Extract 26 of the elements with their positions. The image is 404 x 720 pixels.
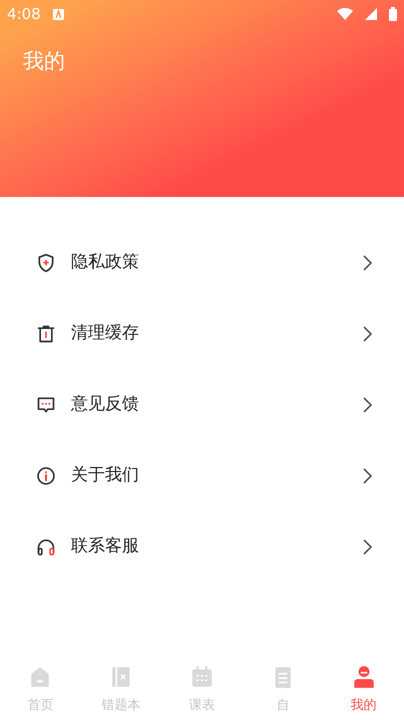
headphones-icon (36, 536, 56, 556)
chevron-right-icon (362, 396, 372, 412)
chevron-right-icon (362, 254, 372, 270)
page-title: 我的 (23, 48, 65, 75)
menu-item[interactable]: 关于我们 (0, 440, 404, 511)
chat-icon (36, 394, 56, 414)
shield-icon (36, 252, 56, 272)
trash-icon (36, 324, 56, 344)
menu-item[interactable]: 清理缓存 (0, 298, 404, 369)
info-icon (36, 466, 56, 486)
chevron-right-icon (362, 538, 372, 554)
wifi-icon (337, 8, 353, 20)
chevron-right-icon (362, 326, 372, 342)
notification-icon (52, 8, 64, 20)
menu-item[interactable]: 意见反馈 (0, 369, 404, 440)
menu-label: 隐私政策 (71, 250, 140, 274)
menu-label: 意见反馈 (71, 392, 140, 416)
menu-label: 清理缓存 (71, 322, 140, 345)
menu-item[interactable]: 联系客服 (0, 511, 404, 582)
battery-icon (389, 7, 397, 21)
chevron-right-icon (362, 468, 372, 484)
menu-item[interactable]: 隐私政策 (0, 227, 404, 298)
signal-icon (365, 8, 377, 20)
status-time: 4:08 (7, 4, 41, 25)
menu-label: 关于我们 (71, 464, 140, 487)
menu-label: 联系客服 (71, 534, 140, 558)
